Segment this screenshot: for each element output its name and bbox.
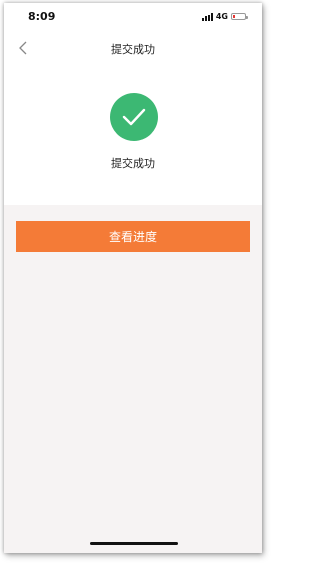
battery-level	[233, 15, 235, 18]
page-title: 提交成功	[111, 43, 155, 56]
phone-screen: 8:09 4G 提交成功 提交成功 查看进度	[4, 3, 262, 553]
nav-bar: 提交成功	[4, 33, 262, 63]
check-circle-icon	[110, 93, 158, 141]
network-type: 4G	[215, 12, 228, 21]
success-message: 提交成功	[111, 157, 155, 170]
status-indicators: 4G	[201, 12, 248, 21]
signal-icon	[201, 12, 213, 21]
view-progress-button[interactable]: 查看进度	[16, 221, 250, 252]
status-bar: 8:09 4G	[4, 3, 262, 29]
success-panel: 提交成功	[4, 63, 262, 205]
content-area: 查看进度	[4, 205, 262, 553]
home-indicator[interactable]	[90, 542, 178, 545]
status-time: 8:09	[28, 10, 56, 23]
battery-icon	[231, 13, 248, 20]
